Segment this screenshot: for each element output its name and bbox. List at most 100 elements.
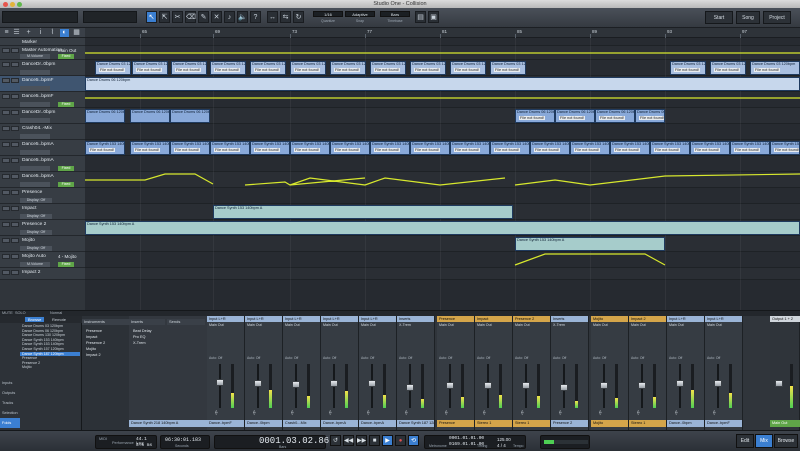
track-input-select[interactable] [20,118,50,123]
forward-icon[interactable]: ▶▶ [356,435,367,446]
channel-input[interactable]: Input L+R [207,316,244,322]
track-input-select[interactable]: M.Volume [20,54,50,59]
track-header[interactable]: DanceDr..0bpm [0,60,85,76]
fixed-badge[interactable]: Fixed [58,54,74,59]
track-header[interactable]: Marker [0,38,85,46]
automation-curve[interactable] [85,173,800,186]
pan-icon[interactable]: ⟠ [405,410,407,416]
fixed-badge[interactable]: Fixed [58,262,74,267]
browse-view-button[interactable]: Browse [774,434,798,448]
menu-icon[interactable]: ≡ [2,29,11,37]
auto-mode[interactable]: Auto: Off [323,356,336,360]
channel-name[interactable]: Dance..0bpm [245,420,282,427]
track-input-select[interactable] [20,150,50,155]
paint-tool-icon[interactable]: ✎ [198,11,209,23]
channel-output[interactable]: Main Out [439,323,473,328]
record-icon[interactable]: ● [395,435,406,446]
track-header[interactable]: Mojito Auto 4 - Mojito M.Volume Fixed [0,252,85,268]
channel-input[interactable]: Input L+R [359,316,396,322]
mute-solo-buttons[interactable] [2,110,20,115]
mute-solo-buttons[interactable] [2,270,20,275]
range-tool-icon[interactable]: ⇱ [159,11,170,23]
channel-input[interactable]: Presence [437,316,474,322]
track-header[interactable]: Dance5..bpmA Fixed [0,156,85,172]
auto-mode[interactable]: Auto: Off [361,356,374,360]
split-tool-icon[interactable]: ✂ [172,11,183,23]
channel-name[interactable]: Stereo 1 [513,420,550,427]
auto-mode[interactable]: Auto: Off [553,356,566,360]
mute-solo-buttons[interactable] [2,190,20,195]
channel-output[interactable]: Main Out [285,323,319,328]
track-header[interactable]: Master Automation Main Out M.Volume Fixed [0,46,85,60]
save-icon[interactable]: ▣ [428,11,439,23]
track-header[interactable]: Presence 2 Display: Off [0,220,85,236]
mixer-edit-icon[interactable]: ▤ [415,11,426,23]
track-input-select[interactable] [20,134,50,139]
channel-name[interactable]: Crash0..-Mix [283,420,320,427]
channel-input[interactable]: Mojito [591,316,628,322]
pan-icon[interactable]: ⟠ [215,410,217,416]
channel-input[interactable]: Input L+R [321,316,358,322]
auto-mode[interactable]: Auto: Off [631,356,644,360]
browse-tab[interactable]: Browse [25,317,45,322]
mute-tool-icon[interactable]: ✕ [211,11,222,23]
auto-mode[interactable]: Auto: Off [515,356,528,360]
mute-solo-buttons[interactable] [2,126,20,131]
auto-mode[interactable]: Auto: Off [209,356,222,360]
auto-mode[interactable]: Auto: Off [707,356,720,360]
auto-mode[interactable]: Auto: Off [477,356,490,360]
pan-icon[interactable]: ⟠ [445,410,447,416]
edit-view-button[interactable]: Edit [736,434,754,448]
preset-field-2[interactable] [83,11,137,23]
channel-name[interactable]: Dance..bpmA [359,420,396,427]
mute-solo-buttons[interactable] [2,94,20,99]
mute-solo-buttons[interactable] [2,238,20,243]
close-window-button[interactable] [3,2,8,7]
track-input-select[interactable] [20,182,50,187]
volume-fader[interactable] [676,380,684,387]
volume-fader[interactable] [406,384,414,391]
quantize-select[interactable]: 1/16 [313,11,343,17]
track-input-select[interactable]: M.Volume [20,262,50,267]
output-name[interactable]: Output 1 + 2 [770,316,800,322]
channel-name[interactable]: Dance..bpmA [321,420,358,427]
display-select[interactable]: Display: Off [20,246,52,251]
timebase-select[interactable]: Adaptive [345,11,375,17]
track-header[interactable]: Mojito Display: Off [0,236,85,252]
pan-icon[interactable]: ⟠ [675,410,677,416]
autoscroll-icon[interactable]: ↻ [293,11,304,23]
mute-solo-buttons[interactable] [2,62,20,67]
channel-output[interactable]: Main Out [631,323,665,328]
volume-fader[interactable] [216,379,224,387]
channel-output[interactable]: Main Out [593,323,627,328]
track-output[interactable]: 4 - Mojito [58,254,77,259]
mute-solo-buttons[interactable] [2,254,20,259]
volume-fader[interactable] [522,382,530,389]
timebase2-select[interactable]: Bars [380,11,410,17]
arrow-tool-icon[interactable]: ↖ [146,11,157,23]
tempo-value[interactable]: 125.00 [497,437,511,442]
channel-input[interactable]: Input L+R [283,316,320,322]
channel-name[interactable]: Dance..bpmF [705,420,742,427]
automation-icon[interactable]: ⌇ [48,29,57,37]
pan-icon[interactable]: ⟠ [637,410,639,416]
zoom-window-button[interactable] [17,2,22,7]
track-input-select[interactable] [20,70,50,75]
output-foot[interactable]: Main Out [770,420,800,427]
stop-icon[interactable]: ■ [369,435,380,446]
channel-input[interactable]: Inserts [397,316,434,322]
help-icon[interactable]: ? [250,11,261,23]
track-header[interactable]: Impact 2 [0,268,85,280]
browser-category[interactable]: Selection [0,408,20,418]
volume-fader[interactable] [714,380,722,387]
track-header[interactable]: Dance5..bpmF Fixed [0,92,85,108]
project-button[interactable]: Project [763,11,791,24]
pan-icon[interactable]: ⟠ [329,410,331,416]
volume-fader[interactable] [446,382,454,389]
auto-mode[interactable]: Auto: Off [247,356,260,360]
show-automation-icon[interactable]: ◐ [60,29,69,37]
fixed-badge[interactable]: Fixed [58,102,74,107]
track-input-select[interactable] [20,166,50,171]
pan-icon[interactable]: ⟠ [599,410,601,416]
volume-fader[interactable] [638,382,646,389]
